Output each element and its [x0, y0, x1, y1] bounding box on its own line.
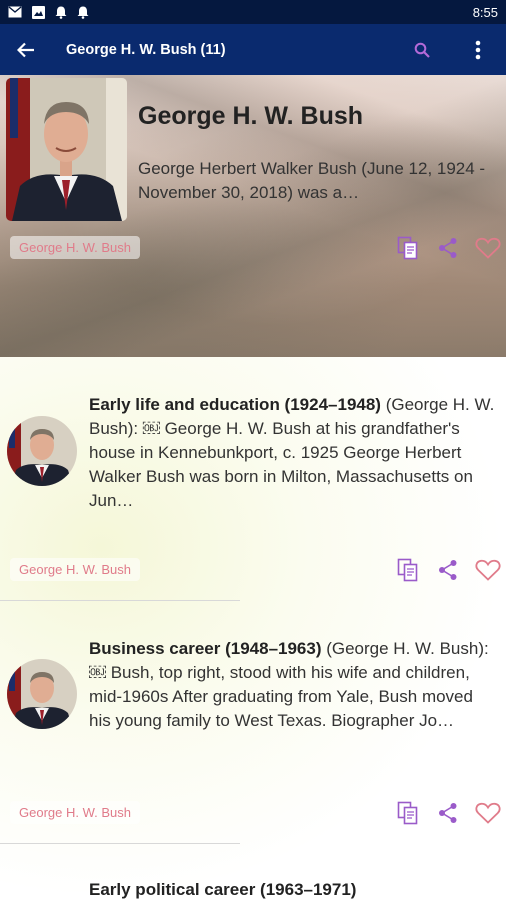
copy-icon: [397, 236, 418, 260]
search-button[interactable]: [394, 24, 450, 75]
portrait-photo: [6, 78, 127, 221]
list-item[interactable]: Early political career (1963–1971): [0, 845, 506, 900]
article-snippet: Early life and education (1924–1948) (Ge…: [89, 393, 497, 513]
category-tag[interactable]: George H. W. Bush: [10, 236, 140, 259]
heart-icon: [475, 237, 501, 259]
divider: [0, 843, 240, 844]
hero-name: George H. W. Bush: [138, 102, 364, 130]
favorite-button[interactable]: [475, 800, 501, 826]
notification-icons: [8, 5, 89, 19]
hero-description: George Herbert Walker Bush (June 12, 192…: [138, 159, 486, 202]
heart-icon: [475, 802, 501, 824]
share-icon: [439, 560, 457, 580]
copy-button[interactable]: [395, 800, 421, 826]
share-button[interactable]: [435, 557, 461, 583]
page-title: George H. W. Bush (11): [66, 41, 226, 58]
hero-card[interactable]: George H. W. Bush George Herbert Walker …: [0, 75, 506, 357]
status-bar: 8:55: [0, 0, 506, 24]
arrow-back-icon: [17, 42, 34, 57]
share-button[interactable]: [435, 800, 461, 826]
article-feed[interactable]: Early life and education (1924–1948) (Ge…: [0, 357, 506, 900]
category-tag[interactable]: George H. W. Bush: [10, 801, 140, 824]
share-icon: [439, 803, 457, 823]
hero-actions: [395, 235, 501, 261]
article-snippet: Early political career (1963–1971): [89, 878, 497, 900]
avatar: [7, 659, 77, 729]
copy-icon: [397, 801, 418, 825]
favorite-button[interactable]: [475, 557, 501, 583]
more-vert-icon: [475, 40, 481, 59]
heart-icon: [475, 559, 501, 581]
copy-button[interactable]: [395, 235, 421, 261]
article-title: Early political career (1963–1971): [89, 880, 357, 899]
clock: 8:55: [472, 4, 498, 20]
search-icon: [414, 42, 430, 58]
share-button[interactable]: [435, 235, 461, 261]
share-icon: [439, 238, 457, 258]
copy-icon: [397, 558, 418, 582]
divider: [0, 600, 240, 601]
list-item[interactable]: Business career (1948–1963) (George H. W…: [0, 602, 506, 845]
bell-icon: [55, 6, 67, 19]
article-title: Early life and education (1924–1948): [89, 395, 381, 414]
bell-icon: [77, 6, 89, 19]
category-tag[interactable]: George H. W. Bush: [10, 558, 140, 581]
copy-button[interactable]: [395, 557, 421, 583]
list-item[interactable]: Early life and education (1924–1948) (Ge…: [0, 357, 506, 602]
article-snippet: Business career (1948–1963) (George H. W…: [89, 637, 497, 733]
favorite-button[interactable]: [475, 235, 501, 261]
image-icon: [32, 5, 45, 19]
mail-icon: [8, 6, 22, 18]
app-bar: George H. W. Bush (11): [0, 24, 506, 75]
avatar: [7, 416, 77, 486]
back-button[interactable]: [0, 24, 52, 75]
article-actions: [395, 800, 501, 826]
article-actions: [395, 557, 501, 583]
article-title: Business career (1948–1963): [89, 639, 322, 658]
overflow-menu-button[interactable]: [450, 24, 506, 75]
